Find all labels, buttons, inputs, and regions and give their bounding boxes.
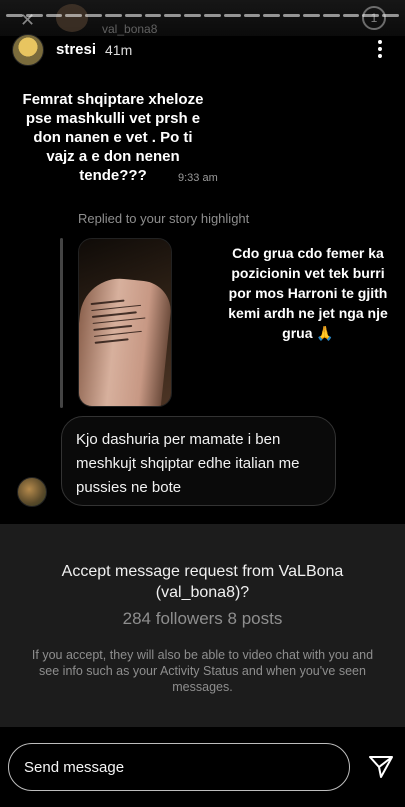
sender-avatar[interactable] <box>17 477 47 507</box>
story-caption-right: Cdo grua cdo femer ka pozicionin vet tek… <box>228 245 388 341</box>
post-time: 41m <box>105 42 133 58</box>
reply-indicator-bar <box>60 238 63 408</box>
request-title: Accept message request from VaLBona (val… <box>61 563 344 601</box>
replied-to-story-label: Replied to your story highlight <box>78 211 250 226</box>
message-bubble[interactable]: Kjo dashuria per mamate i ben meshkujt s… <box>61 416 336 506</box>
paper-plane-icon[interactable] <box>368 755 394 779</box>
more-vertical-icon[interactable] <box>372 38 388 60</box>
story-caption-left: Femrat shqiptare xheloze pse mashkulli v… <box>22 91 204 184</box>
background-avatar <box>56 4 88 32</box>
story-highlight-thumbnail[interactable] <box>78 238 172 407</box>
request-note: If you accept, they will also be able to… <box>31 648 374 694</box>
send-message-input[interactable] <box>8 743 350 791</box>
username[interactable]: stresi <box>56 41 96 58</box>
message-timestamp: 9:33 am <box>178 172 218 184</box>
story-progress-bar <box>6 14 399 17</box>
avatar[interactable] <box>12 34 44 66</box>
composer-bar <box>0 727 405 807</box>
request-stats: 284 followers 8 posts <box>122 609 283 628</box>
message-request-panel: Accept message request from VaLBona (val… <box>0 524 405 727</box>
tattoo-script <box>90 292 152 358</box>
camera-icon: 1 <box>362 6 386 30</box>
thread-header: stresi 41m <box>0 30 405 70</box>
